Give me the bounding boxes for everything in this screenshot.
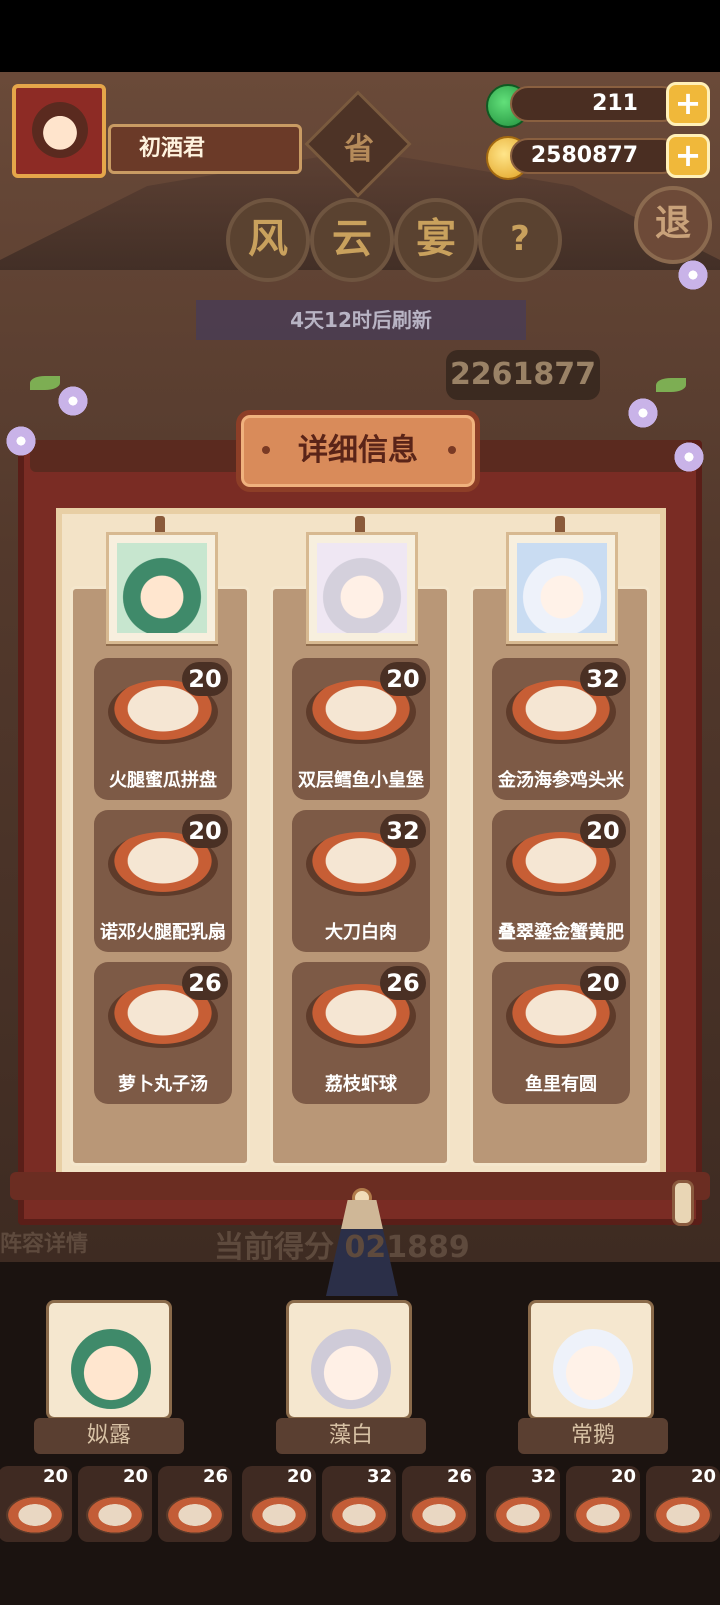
dish-card[interactable]: 32 大刀白肉 xyxy=(292,810,430,952)
hero-portrait-1 xyxy=(106,532,218,644)
flower-decoration xyxy=(626,396,660,430)
dish-name: 大刀白肉 xyxy=(325,922,397,943)
dish-card[interactable]: 20 诺邓火腿配乳扇 xyxy=(94,810,232,952)
help-button[interactable]: ? xyxy=(478,198,562,282)
lineup-details-label: 阵容详情 xyxy=(0,1232,89,1257)
hero-card-2[interactable] xyxy=(286,1300,412,1420)
dish-name: 诺邓火腿配乳扇 xyxy=(100,922,226,943)
dish-name: 叠翠鎏金蟹黄肥 xyxy=(498,922,624,943)
mini-dish-slot[interactable]: 32 xyxy=(486,1466,560,1542)
dish-score: 32 xyxy=(580,662,626,696)
hero-name-1: 姒露 xyxy=(34,1418,184,1454)
mini-dish-score: 20 xyxy=(690,1466,716,1487)
dish-card[interactable]: 32 金汤海参鸡头米 xyxy=(492,658,630,800)
mini-dish-score: 26 xyxy=(446,1466,472,1487)
mini-dish-score: 20 xyxy=(286,1466,312,1487)
mini-dish-slot[interactable]: 20 xyxy=(242,1466,316,1542)
title-char-3: 宴 xyxy=(394,198,478,282)
mini-dish-score: 32 xyxy=(530,1466,556,1487)
flower-decoration xyxy=(56,384,90,418)
dish-name: 荔枝虾球 xyxy=(325,1074,397,1095)
player-avatar[interactable] xyxy=(12,84,106,178)
hero-card-1[interactable] xyxy=(46,1300,172,1420)
hero-portrait-3 xyxy=(506,532,618,644)
dish-card[interactable]: 20 叠翠鎏金蟹黄肥 xyxy=(492,810,630,952)
dish-card[interactable]: 20 双层鳕鱼小皇堡 xyxy=(292,658,430,800)
mini-dish-score: 20 xyxy=(122,1466,148,1487)
leaf-decoration xyxy=(30,376,60,390)
title-char-2: 云 xyxy=(310,198,394,282)
dish-name: 双层鳕鱼小皇堡 xyxy=(298,770,424,791)
hero-card-3[interactable] xyxy=(528,1300,654,1420)
mini-dish-score: 20 xyxy=(42,1466,68,1487)
dish-score: 26 xyxy=(380,966,426,1000)
mini-dish-score: 32 xyxy=(366,1466,392,1487)
hero-name-2: 藻白 xyxy=(276,1418,426,1454)
flower-decoration xyxy=(4,424,38,458)
dish-score: 26 xyxy=(182,966,228,1000)
add-gems-button[interactable]: + xyxy=(666,82,710,126)
dish-name: 萝卜丸子汤 xyxy=(118,1074,208,1095)
hero-name-3: 常鹅 xyxy=(518,1418,668,1454)
refresh-timer: 4天12时后刷新 xyxy=(196,300,526,340)
flower-decoration xyxy=(676,258,710,292)
dish-score: 20 xyxy=(580,966,626,1000)
mini-dish-slot[interactable]: 26 xyxy=(402,1466,476,1542)
title-char-1: 风 xyxy=(226,198,310,282)
panel-title: 详细信息 xyxy=(236,410,480,492)
coin-count: 2580877 xyxy=(510,138,680,174)
player-name: 初酒君 xyxy=(108,124,302,174)
current-score-label: 当前得分 021889 xyxy=(214,1230,470,1265)
dish-name: 金汤海参鸡头米 xyxy=(498,770,624,791)
mini-dish-slot[interactable]: 20 xyxy=(646,1466,720,1542)
dish-card[interactable]: 20 火腿蜜瓜拼盘 xyxy=(94,658,232,800)
scroll-knob xyxy=(672,1180,694,1226)
plaque-dot xyxy=(262,446,270,454)
mini-dish-slot[interactable]: 20 xyxy=(78,1466,152,1542)
dish-score: 20 xyxy=(380,662,426,696)
leaf-decoration xyxy=(656,378,686,392)
mini-dish-slot[interactable]: 20 xyxy=(0,1466,72,1542)
dish-card[interactable]: 20 鱼里有圆 xyxy=(492,962,630,1104)
gem-count: 211 xyxy=(510,86,680,122)
mini-dish-score: 20 xyxy=(610,1466,636,1487)
dish-card[interactable]: 26 萝卜丸子汤 xyxy=(94,962,232,1104)
mini-dish-slot[interactable]: 32 xyxy=(322,1466,396,1542)
avatar-face xyxy=(32,102,88,158)
dish-card[interactable]: 26 荔枝虾球 xyxy=(292,962,430,1104)
exit-button[interactable]: 退 xyxy=(634,186,712,264)
dish-score: 32 xyxy=(380,814,426,848)
hero-portrait-2 xyxy=(306,532,418,644)
province-badge-label: 省 xyxy=(344,132,374,167)
dish-score: 20 xyxy=(580,814,626,848)
status-bar-area xyxy=(0,0,720,72)
dish-name: 火腿蜜瓜拼盘 xyxy=(109,770,217,791)
add-coins-button[interactable]: + xyxy=(666,134,710,178)
plaque-dot xyxy=(448,446,456,454)
mini-dish-slot[interactable]: 26 xyxy=(158,1466,232,1542)
mini-dish-slot[interactable]: 20 xyxy=(566,1466,640,1542)
dish-name: 鱼里有圆 xyxy=(525,1074,597,1095)
dish-score: 20 xyxy=(182,662,228,696)
flower-decoration xyxy=(672,440,706,474)
mini-dish-score: 26 xyxy=(202,1466,228,1487)
dish-score: 20 xyxy=(182,814,228,848)
total-score: 2261877 xyxy=(446,350,600,400)
